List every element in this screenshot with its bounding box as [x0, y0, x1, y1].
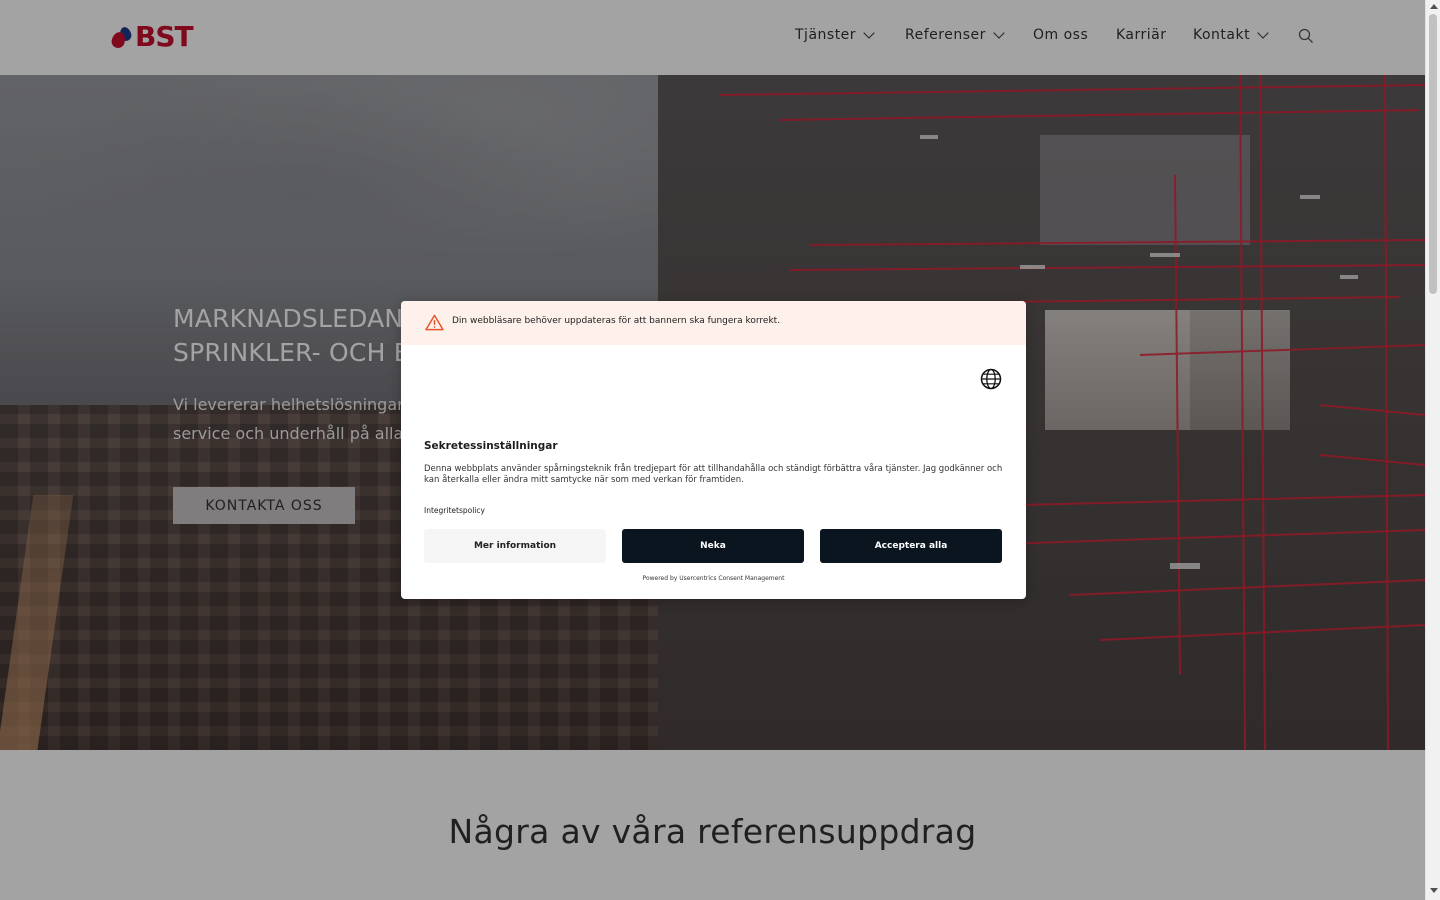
more-information-button[interactable]: Mer information: [424, 529, 606, 563]
warning-triangle-icon: [425, 314, 444, 331]
accept-all-button[interactable]: Acceptera alla: [820, 529, 1002, 563]
scroll-up-arrow-icon[interactable]: [1430, 4, 1438, 9]
scroll-down-arrow-icon[interactable]: [1430, 888, 1438, 893]
scrollbar-thumb[interactable]: [1429, 14, 1437, 294]
deny-button[interactable]: Neka: [622, 529, 804, 563]
consent-dialog: Din webbläsare behöver uppdateras för at…: [401, 301, 1026, 599]
powered-by-text: Powered by Usercentrics Consent Manageme…: [642, 575, 785, 582]
consent-description: Denna webbplats använder spårningsteknik…: [424, 464, 1003, 485]
page-scrollbar[interactable]: [1425, 0, 1440, 900]
privacy-settings-title: Sekretessinställningar: [424, 440, 558, 452]
warning-text: Din webbläsare behöver uppdateras för at…: [452, 316, 781, 326]
browser-update-warning: Din webbläsare behöver uppdateras för at…: [401, 301, 1026, 345]
language-globe-icon[interactable]: [980, 368, 1002, 390]
privacy-policy-link[interactable]: Integritetspolicy: [424, 506, 485, 515]
